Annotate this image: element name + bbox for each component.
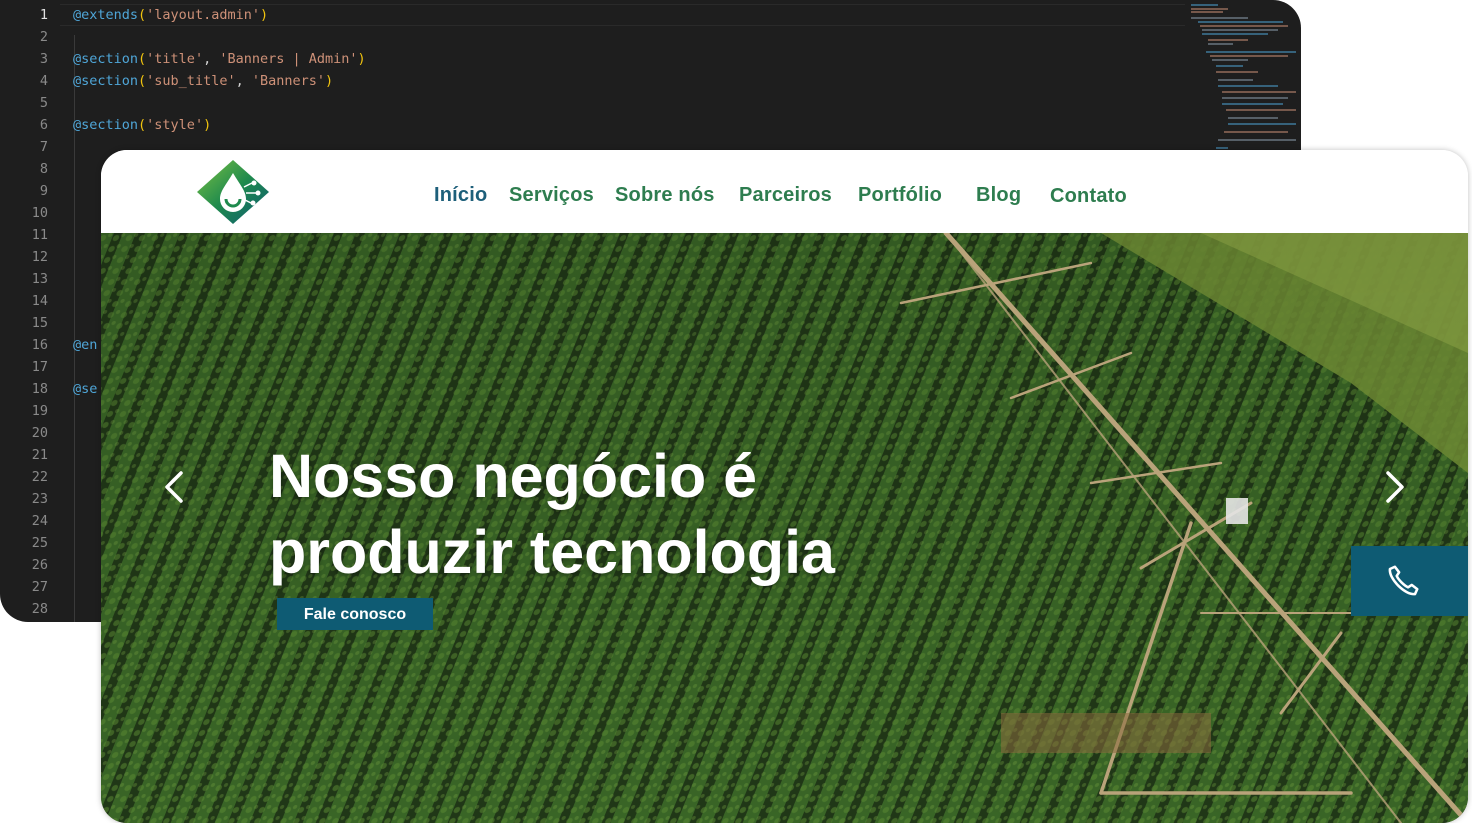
line-number: 12: [31, 249, 48, 265]
code-keyword: @en: [73, 337, 98, 353]
code-paren: (: [138, 117, 147, 133]
line-number: 10: [31, 205, 48, 221]
code-keyword: @se: [73, 381, 98, 397]
line-number: 3: [39, 51, 48, 67]
code-separator: ,: [203, 51, 220, 67]
line-number: 8: [39, 161, 48, 177]
code-paren: ): [325, 73, 334, 89]
line-number: 21: [31, 447, 48, 463]
code-string: 'layout.admin': [146, 7, 260, 23]
code-paren: (: [138, 51, 147, 67]
nav-link-parceiros[interactable]: Parceiros: [739, 184, 832, 207]
line-number: 27: [31, 579, 48, 595]
code-line[interactable]: @section('style'): [73, 117, 211, 133]
code-paren: (: [138, 73, 147, 89]
phone-icon: [1388, 565, 1419, 596]
code-string: 'style': [146, 117, 204, 133]
code-string: 'Banners | Admin': [219, 51, 358, 67]
line-number: 18: [31, 381, 48, 397]
code-line[interactable]: @section('title', 'Banners | Admin'): [73, 51, 366, 67]
line-number: 22: [31, 469, 48, 485]
logo-icon[interactable]: [196, 159, 270, 225]
line-number: 20: [31, 425, 48, 441]
line-number: 16: [31, 337, 48, 353]
code-string: 'Banners': [251, 73, 325, 89]
line-number: 25: [31, 535, 48, 551]
line-number: 19: [31, 403, 48, 419]
nav-link-inicio[interactable]: Início: [434, 184, 487, 207]
hero-title-line-1: Nosso negócio é: [269, 442, 758, 510]
code-line[interactable]: @extends('layout.admin'): [73, 7, 268, 23]
code-paren: (: [138, 7, 147, 23]
line-number: 14: [31, 293, 48, 309]
code-keyword: @section: [73, 73, 139, 89]
line-number: 13: [31, 271, 48, 287]
code-string: 'title': [146, 51, 204, 67]
code-line[interactable]: @section('sub_title', 'Banners'): [73, 73, 333, 89]
contact-us-button[interactable]: Fale conosco: [277, 598, 433, 630]
line-number: 6: [39, 117, 48, 133]
phone-button[interactable]: [1351, 546, 1468, 616]
hero-title-line-2: produzir tecnologia: [269, 518, 835, 586]
line-number: 7: [39, 139, 48, 155]
code-paren: ): [203, 117, 212, 133]
line-number: 9: [39, 183, 48, 199]
code-line[interactable]: @se: [73, 381, 97, 397]
code-separator: ,: [235, 73, 252, 89]
chevron-right-icon[interactable]: [1376, 467, 1412, 507]
code-paren: ): [259, 7, 269, 23]
line-number: 11: [31, 227, 48, 243]
code-paren: ): [357, 51, 366, 67]
hero-title: Nosso negócio é produzir tecnologia: [269, 438, 1029, 590]
line-number: 24: [31, 513, 48, 529]
line-number: 4: [39, 73, 48, 89]
hero-carousel: Nosso negócio é produzir tecnologia Fale…: [101, 233, 1468, 823]
line-number: 15: [31, 315, 48, 331]
website-preview: Início Serviços Sobre nós Parceiros Port…: [101, 150, 1468, 823]
code-string: 'sub_title': [146, 73, 236, 89]
chevron-left-icon[interactable]: [157, 467, 193, 507]
nav-link-blog[interactable]: Blog: [976, 184, 1021, 207]
line-number: 28: [31, 601, 48, 617]
nav-link-portfolio[interactable]: Portfólio: [858, 184, 942, 207]
code-keyword: @extends: [73, 7, 139, 23]
line-number: 1: [39, 7, 48, 23]
code-keyword: @section: [73, 51, 139, 67]
line-number: 23: [31, 491, 48, 507]
nav-link-contato[interactable]: Contato: [1050, 185, 1127, 208]
navbar: Início Serviços Sobre nós Parceiros Port…: [101, 150, 1468, 233]
minimap[interactable]: [1188, 0, 1301, 160]
line-number: 5: [39, 95, 48, 111]
line-number: 26: [31, 557, 48, 573]
line-number: 2: [39, 29, 48, 45]
code-keyword: @section: [73, 117, 139, 133]
code-line[interactable]: @en: [73, 337, 97, 353]
nav-link-servicos[interactable]: Serviços: [509, 184, 594, 207]
line-number: 17: [31, 359, 48, 375]
nav-link-sobre-nos[interactable]: Sobre nós: [615, 184, 715, 207]
